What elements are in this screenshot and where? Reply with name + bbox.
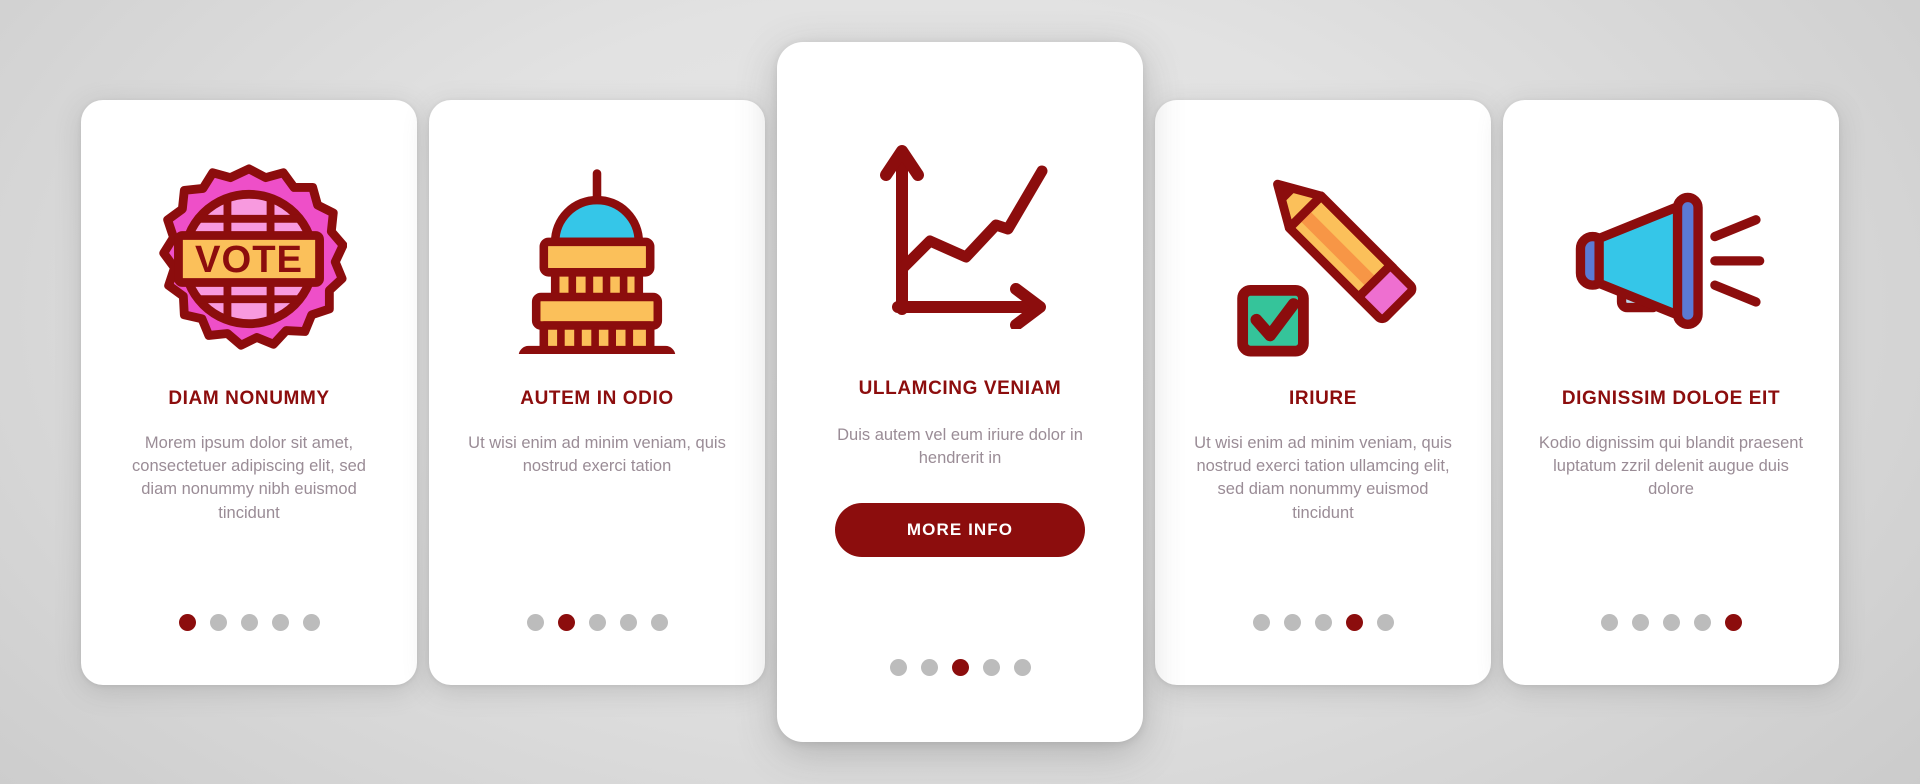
card-body-text: Ut wisi enim ad minim veniam, quis nostr… [468,433,726,475]
pagination-dot-3[interactable] [588,613,606,631]
pagination-dot-2[interactable] [557,613,575,631]
card-body-text: Kodio dignissim qui blandit praesent lup… [1538,433,1804,499]
pagination-dots [777,659,1143,676]
pagination-dot-2[interactable] [1631,613,1649,631]
pagination-dot-1[interactable] [526,613,544,631]
pagination-dots [81,613,417,631]
card-title: DIGNISSIM DOLOE EIT [1561,387,1781,409]
growth-chart-icon [801,84,1119,374]
pagination-dots [1503,613,1839,631]
pagination-dot-1[interactable] [1252,613,1270,631]
more-info-button[interactable]: MORE INFO [835,502,1085,557]
vote-badge-icon: VOTE [103,134,395,384]
card-title: IRIURE [1289,387,1357,409]
card-title: DIAM NONUMMY [168,387,330,409]
pagination-dot-3[interactable] [240,613,258,631]
pagination-dot-1[interactable] [1600,613,1618,631]
pagination-dot-4[interactable] [1693,613,1711,631]
megaphone-icon [1525,134,1817,384]
pagination-dot-3[interactable] [1314,613,1332,631]
card-body-text: Morem ipsum dolor sit amet, consectetuer… [132,433,366,522]
pagination-dot-1[interactable] [889,659,907,676]
pencil-checkbox-icon [1177,134,1469,384]
card-title: ULLAMCING VENIAM [858,378,1062,399]
pagination-dot-5[interactable] [1724,613,1742,631]
pagination-dot-3[interactable] [951,659,969,676]
capitol-building-icon [451,134,743,384]
pagination-dot-1[interactable] [178,613,196,631]
pagination-dot-2[interactable] [209,613,227,631]
pagination-dots [1155,613,1491,631]
pagination-dot-5[interactable] [1376,613,1394,631]
pagination-dot-4[interactable] [1345,613,1363,631]
pagination-dot-2[interactable] [1283,613,1301,631]
pagination-dot-3[interactable] [1662,613,1680,631]
onboarding-card-4[interactable]: IRIURE Ut wisi enim ad minim veniam, qui… [1155,99,1491,685]
onboarding-card-1[interactable]: VOTE DIAM NONUMMY Morem ipsum dolor sit … [81,99,417,685]
svg-text:VOTE: VOTE [195,237,303,280]
card-body-text: Duis autem vel eum iriure dolor in hendr… [837,426,1083,468]
pagination-dot-5[interactable] [302,613,320,631]
onboarding-card-row: VOTE DIAM NONUMMY Morem ipsum dolor sit … [0,0,1920,784]
pagination-dot-5[interactable] [650,613,668,631]
pagination-dot-2[interactable] [920,659,938,676]
pagination-dots [429,613,765,631]
card-body-text: Ut wisi enim ad minim veniam, quis nostr… [1194,433,1452,522]
card-title: AUTEM IN ODIO [520,387,674,409]
onboarding-card-3-featured[interactable]: ULLAMCING VENIAM Duis autem vel eum iriu… [777,42,1143,742]
pagination-dot-5[interactable] [1013,659,1031,676]
pagination-dot-4[interactable] [619,613,637,631]
onboarding-card-2[interactable]: AUTEM IN ODIO Ut wisi enim ad minim veni… [429,99,765,685]
pagination-dot-4[interactable] [271,613,289,631]
onboarding-card-5[interactable]: DIGNISSIM DOLOE EIT Kodio dignissim qui … [1503,99,1839,685]
pagination-dot-4[interactable] [982,659,1000,676]
